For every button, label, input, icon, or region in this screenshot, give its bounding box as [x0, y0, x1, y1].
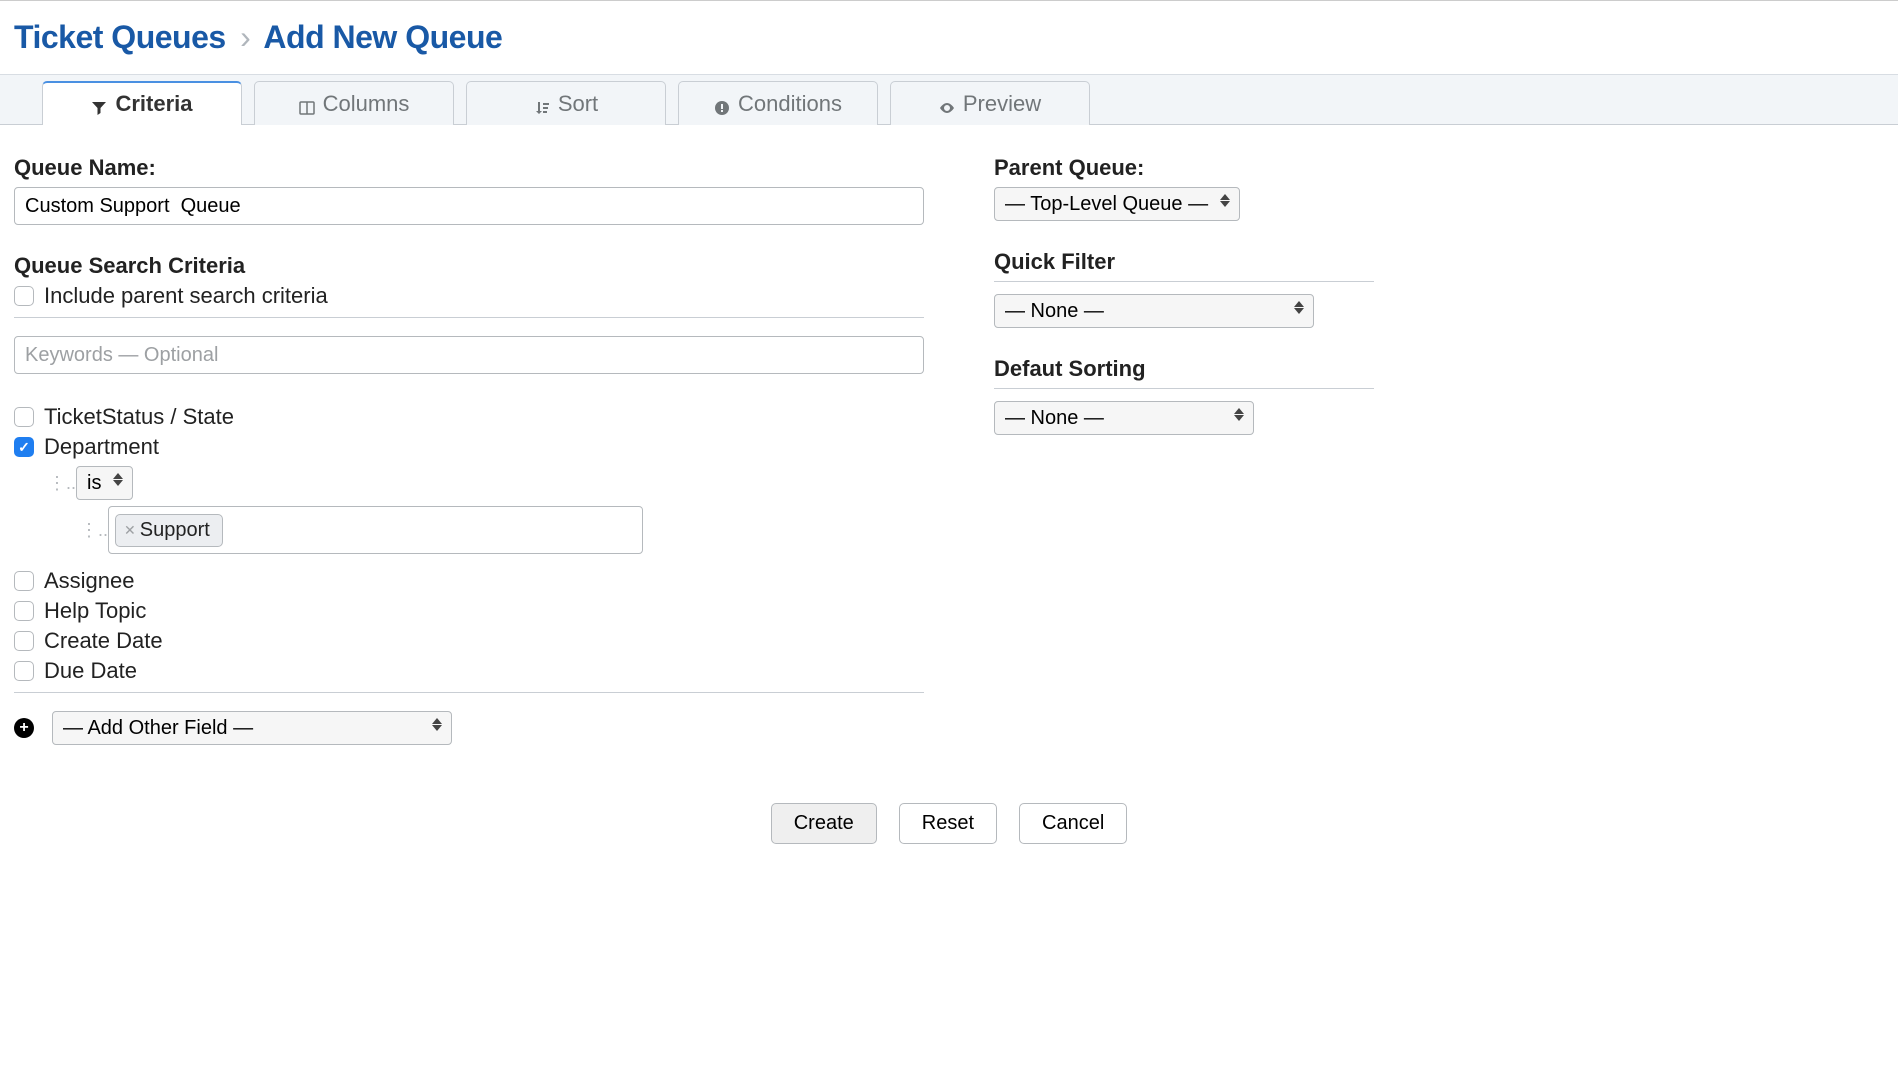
- tab-conditions[interactable]: Conditions: [678, 81, 878, 125]
- tab-sort[interactable]: Sort: [466, 81, 666, 125]
- parent-queue-select[interactable]: — Top-Level Queue —: [994, 187, 1240, 221]
- tree-branch-icon: ⋮..: [48, 473, 70, 494]
- divider: [994, 281, 1374, 282]
- tab-label: Sort: [558, 91, 598, 117]
- parent-queue-label: Parent Queue:: [994, 155, 1374, 181]
- tab-label: Criteria: [115, 91, 192, 117]
- tab-bar: Criteria Columns Sort Conditions Preview: [0, 74, 1898, 125]
- alert-icon: [714, 96, 730, 112]
- tab-preview[interactable]: Preview: [890, 81, 1090, 125]
- divider: [14, 692, 924, 693]
- criteria-ticket-status-label: TicketStatus / State: [44, 404, 234, 430]
- keywords-input[interactable]: [14, 336, 924, 374]
- side-settings: Parent Queue: — Top-Level Queue — Quick …: [994, 155, 1374, 745]
- chip-label: Support: [140, 519, 210, 542]
- cancel-button[interactable]: Cancel: [1019, 803, 1127, 844]
- queue-name-label: Queue Name:: [14, 155, 924, 181]
- tree-branch-icon: ⋮..: [80, 520, 102, 541]
- default-sorting-select[interactable]: — None —: [994, 401, 1254, 435]
- add-other-field-select[interactable]: — Add Other Field —: [52, 711, 452, 745]
- eye-icon: [939, 96, 955, 112]
- form-footer: Create Reset Cancel: [14, 803, 1884, 844]
- sort-icon: [534, 96, 550, 112]
- tab-label: Conditions: [738, 91, 842, 117]
- reset-button[interactable]: Reset: [899, 803, 997, 844]
- criteria-due-date-label: Due Date: [44, 658, 137, 684]
- criteria-assignee-label: Assignee: [44, 568, 135, 594]
- breadcrumb-root[interactable]: Ticket Queues: [14, 19, 226, 55]
- criteria-department-checkbox[interactable]: [14, 437, 34, 457]
- criteria-help-topic-checkbox[interactable]: [14, 601, 34, 621]
- columns-icon: [299, 96, 315, 112]
- department-operator-select[interactable]: is: [76, 466, 133, 500]
- tab-label: Columns: [323, 91, 410, 117]
- divider: [14, 317, 924, 318]
- chip-remove-icon[interactable]: ✕: [124, 522, 136, 539]
- criteria-create-date-label: Create Date: [44, 628, 163, 654]
- department-chip: ✕ Support: [115, 514, 223, 547]
- create-button[interactable]: Create: [771, 803, 877, 844]
- criteria-assignee-checkbox[interactable]: [14, 571, 34, 591]
- criteria-ticket-status-checkbox[interactable]: [14, 407, 34, 427]
- criteria-department-label: Department: [44, 434, 159, 460]
- divider: [994, 388, 1374, 389]
- tab-criteria[interactable]: Criteria: [42, 81, 242, 125]
- quick-filter-label: Quick Filter: [994, 249, 1374, 275]
- department-value-input[interactable]: ✕ Support: [108, 506, 643, 554]
- page-title: Ticket Queues › Add New Queue: [14, 19, 1884, 56]
- quick-filter-select[interactable]: — None —: [994, 294, 1314, 328]
- include-parent-label: Include parent search criteria: [44, 283, 328, 309]
- tab-columns[interactable]: Columns: [254, 81, 454, 125]
- filter-icon: [91, 96, 107, 112]
- queue-name-input[interactable]: [14, 187, 924, 225]
- plus-icon[interactable]: +: [14, 718, 34, 738]
- breadcrumb-current: Add New Queue: [263, 19, 502, 55]
- include-parent-checkbox[interactable]: [14, 286, 34, 306]
- search-criteria-label: Queue Search Criteria: [14, 253, 924, 279]
- criteria-create-date-checkbox[interactable]: [14, 631, 34, 651]
- criteria-due-date-checkbox[interactable]: [14, 661, 34, 681]
- criteria-form: Queue Name: Queue Search Criteria Includ…: [14, 155, 924, 745]
- criteria-help-topic-label: Help Topic: [44, 598, 146, 624]
- chevron-right-icon: ›: [240, 19, 250, 55]
- tab-label: Preview: [963, 91, 1041, 117]
- default-sorting-label: Defaut Sorting: [994, 356, 1374, 382]
